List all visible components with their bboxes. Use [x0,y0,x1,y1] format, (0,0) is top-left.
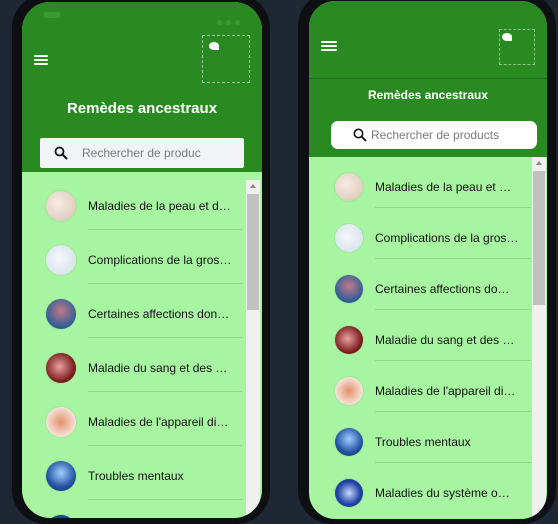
avatar[interactable] [202,35,250,83]
divider [88,445,242,446]
list-item-label: Certaines affections do… [375,282,510,296]
right-app-bar: Remèdes ancestraux Rechercher de product… [309,1,547,157]
menu-icon[interactable] [34,55,48,65]
blood-icon [335,326,363,354]
infection-icon [335,275,363,303]
brain-icon [335,428,363,456]
title-divider [309,78,547,79]
divider [88,283,242,284]
skin-icon [335,173,363,201]
divider [375,207,531,208]
list-item[interactable]: Maladies de l'appareil di… [309,371,531,411]
list-item-label: Maladie du sang et des … [375,333,515,347]
list-item-label: Troubles mentaux [88,469,184,483]
pregnancy-icon [46,245,76,275]
list-item-label: Complications de la gros… [375,231,519,245]
search-icon [353,128,367,142]
right-screen: Remèdes ancestraux Rechercher de product… [309,1,547,519]
search-placeholder: Rechercher de products [371,128,500,142]
search-input[interactable]: Rechercher de produc [40,138,244,168]
digestive-icon [335,377,363,405]
left-app-bar: Remèdes ancestraux Rechercher de produc [22,2,262,172]
list-item[interactable]: Maladies de l'appareil di… [22,402,244,442]
menu-icon[interactable] [321,41,337,51]
right-category-list: Maladies de la peau et … Complications d… [309,157,531,519]
right-scrollbar[interactable] [532,157,546,519]
image-placeholder-icon [502,33,512,41]
list-item-label: Maladies du système o… [375,486,510,500]
search-placeholder: Rechercher de produc [82,146,201,160]
status-time [44,12,60,18]
divider [375,411,531,412]
list-item-label: Maladie du sang et des … [88,361,228,375]
divider [375,462,531,463]
scroll-up-icon[interactable] [536,161,542,165]
scroll-up-icon[interactable] [250,184,256,188]
list-item-label: Troubles mentaux [375,435,471,449]
list-item[interactable]: Maladie du sang et des … [309,320,531,360]
list-item[interactable]: Maladies de la peau et … [309,167,531,207]
list-item-label: Maladies de la peau et d… [88,199,231,213]
avatar[interactable] [499,29,535,65]
list-item[interactable]: Complications de la gros… [309,218,531,258]
list-item-label: Maladies de l'appareil di… [375,384,516,398]
list-item-label: Maladies de l'appareil di… [88,415,229,429]
list-item[interactable]: Maladies du système o… [309,473,531,513]
divider [375,360,531,361]
scrollbar-thumb[interactable] [533,171,545,305]
list-item-label: Certaines affections dont… [88,307,232,321]
list-item-label: Complications de la gros… [88,253,232,267]
left-screen: Remèdes ancestraux Rechercher de produc … [22,2,262,518]
search-icon [54,146,68,160]
list-item-label: Maladies de la peau et … [375,180,512,194]
nerve-icon [335,479,363,507]
status-indicators [213,12,240,30]
divider [375,309,531,310]
scrollbar-thumb[interactable] [247,194,259,310]
divider [375,258,531,259]
list-item[interactable]: Complications de la gros… [22,240,244,280]
infection-icon [46,299,76,329]
pregnancy-icon [335,224,363,252]
list-item[interactable]: Maladie du sang et des … [22,348,244,388]
divider [88,499,242,500]
left-status-bar [44,12,240,25]
search-input[interactable]: Rechercher de products [331,121,537,149]
divider [88,337,242,338]
list-item[interactable]: Maladies de la peau et d… [22,186,244,226]
list-item[interactable]: Certaines affections do… [309,269,531,309]
digestive-icon [46,407,76,437]
page-title: Remèdes ancestraux [66,100,218,117]
left-category-list: Maladies de la peau et d… Complications … [22,172,244,518]
list-item[interactable]: Troubles mentaux [309,422,531,462]
list-item[interactable]: Troubles mentaux [22,456,244,496]
right-device-frame: Remèdes ancestraux Rechercher de product… [298,0,556,524]
left-scrollbar[interactable] [246,180,260,518]
divider [88,391,242,392]
list-item[interactable]: Certaines affections dont… [22,294,244,334]
skin-icon [46,191,76,221]
image-placeholder-icon [209,42,219,50]
blood-icon [46,353,76,383]
page-title: Remèdes ancestraux [367,88,489,102]
left-device-frame: Remèdes ancestraux Rechercher de produc … [12,0,270,524]
brain-icon [46,461,76,491]
divider [88,229,242,230]
